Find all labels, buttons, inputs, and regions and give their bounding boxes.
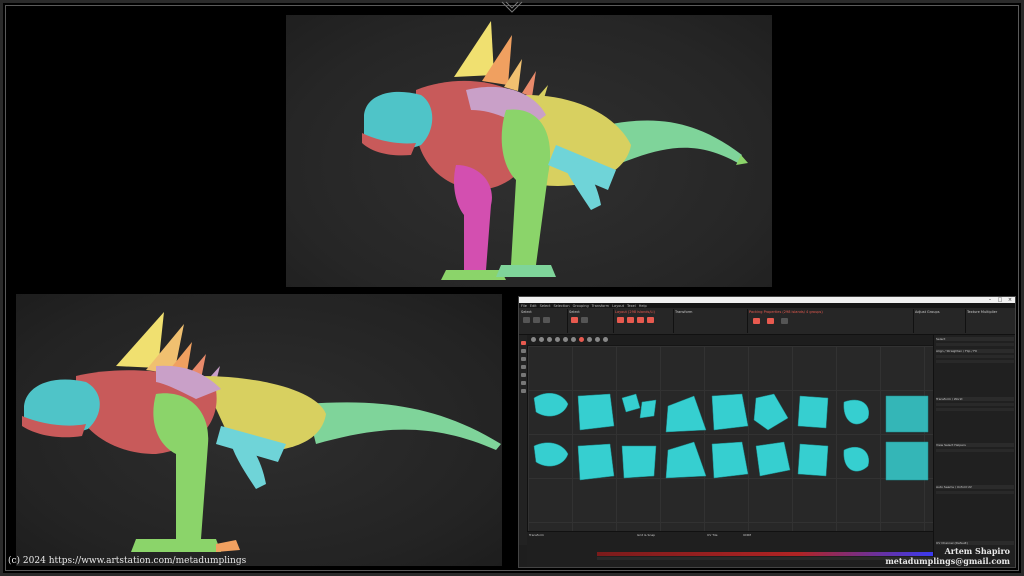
select-face-icon[interactable] (543, 317, 550, 323)
select-row[interactable] (936, 343, 1014, 346)
menu-help[interactable]: Help (639, 304, 647, 308)
tool-icon[interactable] (520, 349, 526, 353)
menu-transform[interactable]: Transform (592, 304, 609, 308)
menu-file[interactable]: File (521, 304, 527, 308)
pack-together-icon[interactable] (627, 317, 634, 323)
tool-icon[interactable] (520, 389, 526, 393)
uv-tiles (533, 392, 929, 481)
view-icon[interactable] (539, 337, 544, 342)
view-icon[interactable] (595, 337, 600, 342)
bottom-panel: Transform Grid & Snap UV Tile UDIM (527, 531, 933, 567)
transform-row[interactable] (936, 408, 1014, 411)
toolbar-heading: Transform (675, 310, 693, 314)
creature-three-quarter (362, 21, 748, 280)
tool-icon[interactable] (520, 357, 526, 361)
frame-ornament (501, 1, 523, 13)
view-select-row[interactable] (936, 449, 1014, 452)
magnet-icon[interactable] (571, 317, 578, 323)
pack-option-icon[interactable] (767, 318, 774, 324)
texel-density-bar (597, 552, 933, 556)
section-view-select[interactable]: View Select Helpers (936, 443, 1014, 447)
orient-icon[interactable] (637, 317, 644, 323)
toolbar-heading-packing: Packing Properties (298 islands/ 4 group… (749, 310, 823, 314)
toolbar-heading-layout: Layout (298 islands/Li) (615, 310, 655, 314)
toolbar-heading: Select (521, 310, 532, 314)
left-tool-strip (519, 335, 528, 545)
view-icon[interactable] (579, 337, 584, 342)
toolbar-group-packing-properties: Packing Properties (298 islands/ 4 group… (747, 309, 914, 333)
view-icon[interactable] (587, 337, 592, 342)
menu-texel[interactable]: Texel (627, 304, 636, 308)
bottom-heading-uvtile: UV Tile (707, 533, 718, 537)
tool-icon[interactable] (520, 365, 526, 369)
toolbar-group-texture: Texture Multiplier (965, 309, 1015, 333)
toolbar-heading: Texture Multiplier (967, 310, 998, 314)
uv-editor-window: – □ × File Edit Select Selection Groupin… (518, 296, 1016, 568)
section-align[interactable]: Align / Straighten / Flip / Fit (936, 349, 1014, 353)
menu-edit[interactable]: Edit (530, 304, 537, 308)
menu-grouping[interactable]: Grouping (573, 304, 589, 308)
author-email: metadumplings@gmail.com (885, 556, 1010, 566)
bottom-heading-transform: Transform (529, 533, 544, 537)
view-icon[interactable] (547, 337, 552, 342)
auto-seams-row[interactable] (936, 491, 1014, 494)
pack-option-icon[interactable] (781, 318, 788, 324)
view-icon[interactable] (531, 337, 536, 342)
view-icon[interactable] (555, 337, 560, 342)
copyright-credit: (c) 2024 https://www.artstation.com/meta… (8, 556, 247, 566)
bottom-heading-udim: UDIM (743, 533, 751, 537)
right-properties-panel: Select Align / Straighten / Flip / Fit T… (933, 335, 1015, 565)
toolbar-heading: Adjust Groups (915, 310, 940, 314)
view-icon[interactable] (603, 337, 608, 342)
toolbar-group-select2: Select (567, 309, 614, 333)
menu-layout[interactable]: Layout (612, 304, 624, 308)
bottom-heading-grid: Grid & Snap (637, 533, 656, 537)
select-edge-icon[interactable] (533, 317, 540, 323)
author-name: Artem Shapiro (944, 546, 1010, 556)
menu-select[interactable]: Select (540, 304, 551, 308)
tool-icon[interactable] (520, 381, 526, 385)
align-row[interactable] (936, 360, 1014, 363)
tool-icon[interactable] (520, 341, 526, 345)
toolbar-heading: Select (569, 310, 580, 314)
creature-side (22, 312, 501, 552)
align-row[interactable] (936, 355, 1014, 358)
tool-icon[interactable] (520, 373, 526, 377)
pack-option-icon[interactable] (753, 318, 760, 324)
render-view-side (16, 294, 502, 566)
toolbar-group-select: Select (519, 309, 568, 333)
toolbar-group-adjust: Adjust Groups (913, 309, 966, 333)
render-view-three-quarter (286, 15, 772, 287)
toolbar-group-layout: Layout (298 islands/Li) (613, 309, 674, 333)
section-uv-channel[interactable]: UV Channel (Default) (936, 541, 1014, 545)
stack-icon[interactable] (647, 317, 654, 323)
section-transform[interactable]: Transform / World (936, 397, 1014, 401)
menu-selection[interactable]: Selection (553, 304, 569, 308)
main-toolbar: Select Select Layout (298 islands/Li) Tr… (519, 308, 1015, 335)
section-auto-seams[interactable]: Auto Seams / Unfold UV (936, 485, 1014, 489)
move-icon[interactable] (581, 317, 588, 323)
view-icon[interactable] (563, 337, 568, 342)
view-icon[interactable] (571, 337, 576, 342)
uv-viewport[interactable] (528, 346, 933, 546)
pack-icon[interactable] (617, 317, 624, 323)
texel-density-scale (597, 557, 933, 560)
select-mode-icon[interactable] (523, 317, 530, 323)
viewport-icon-strip (527, 335, 933, 346)
section-select[interactable]: Select (936, 337, 1014, 341)
transform-row[interactable] (936, 403, 1014, 406)
toolbar-group-packing: Transform (673, 309, 748, 333)
